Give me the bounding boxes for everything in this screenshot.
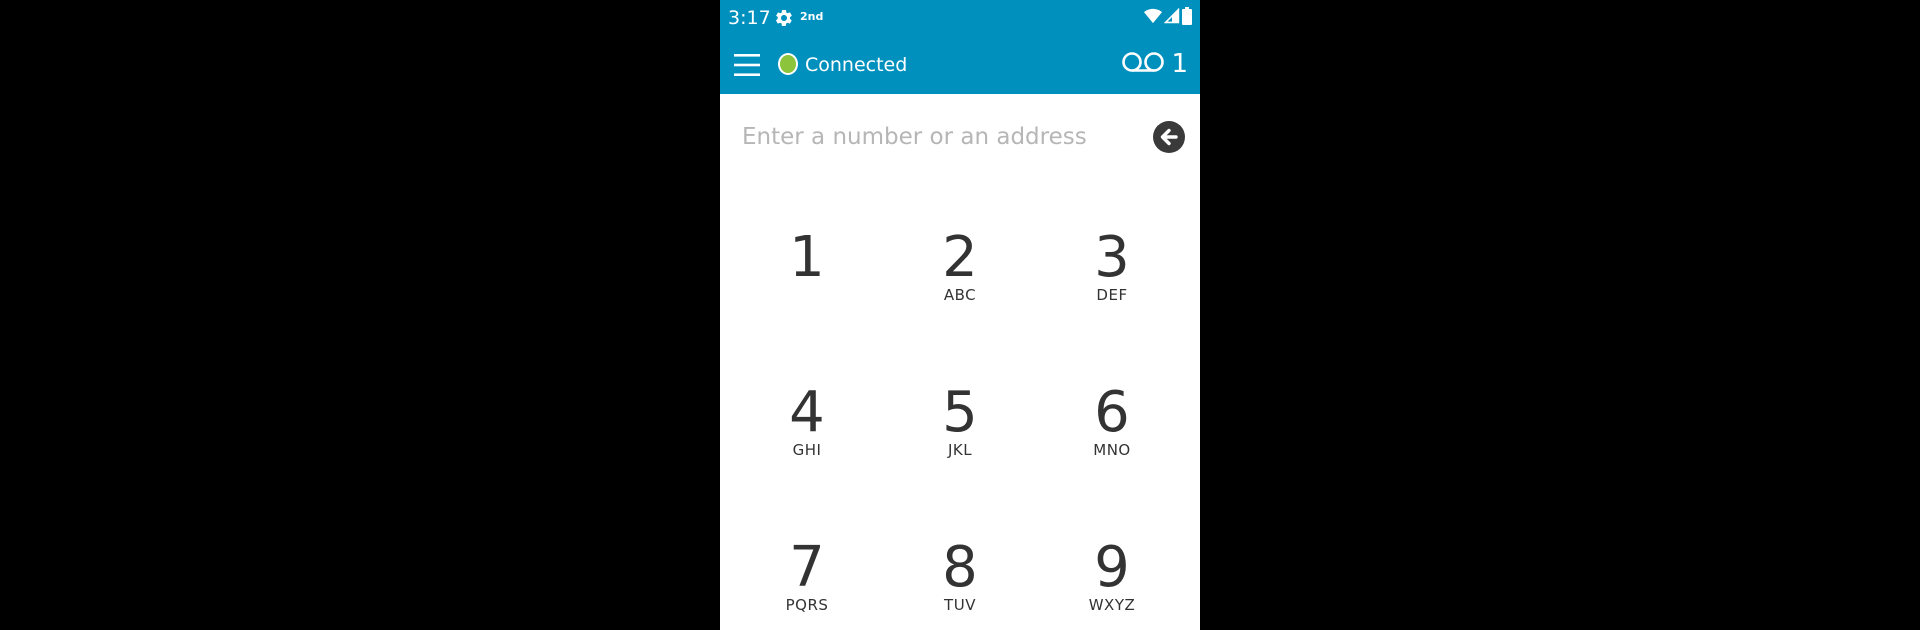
status-icons — [1144, 7, 1192, 29]
status-bar: 3:17 2nd — [720, 0, 1200, 36]
voicemail-icon — [1121, 50, 1165, 78]
dialpad-key-5[interactable]: 5 JKL — [885, 355, 1035, 485]
dialpad-key-7[interactable]: 7 PQRS — [732, 510, 882, 630]
key-letters: DEF — [1096, 286, 1128, 304]
phone-screen: 3:17 2nd Connected 1 Enter a number or a… — [720, 0, 1200, 630]
voicemail-count: 1 — [1171, 49, 1188, 79]
dialpad-key-2[interactable]: 2 ABC — [885, 200, 1035, 330]
connection-status-indicator — [778, 53, 798, 75]
signal-icon — [1163, 7, 1180, 28]
key-digit: 6 — [1094, 380, 1130, 445]
hamburger-menu-icon[interactable] — [734, 51, 760, 79]
status-badge: 2nd — [800, 10, 824, 23]
wifi-icon — [1144, 8, 1162, 28]
dialpad-key-8[interactable]: 8 TUV — [885, 510, 1035, 630]
key-letters: GHI — [792, 441, 822, 459]
key-digit: 5 — [942, 380, 978, 445]
key-letters: WXYZ — [1088, 596, 1136, 614]
status-time: 3:17 — [728, 7, 771, 29]
dialpad-key-6[interactable]: 6 MNO — [1037, 355, 1187, 485]
key-letters: MNO — [1093, 441, 1131, 459]
dialpad-key-3[interactable]: 3 DEF — [1037, 200, 1187, 330]
key-digit: 1 — [789, 225, 825, 290]
key-letters: TUV — [944, 596, 976, 614]
number-entry-row — [720, 94, 1200, 186]
key-digit: 7 — [789, 535, 825, 600]
voicemail-button[interactable]: 1 — [1121, 48, 1188, 80]
dialpad-key-4[interactable]: 4 GHI — [732, 355, 882, 485]
key-digit: 2 — [942, 225, 978, 290]
number-input[interactable] — [742, 118, 1122, 156]
key-digit: 8 — [942, 535, 978, 600]
key-digit: 3 — [1094, 225, 1130, 290]
dialpad-key-1[interactable]: 1 — [732, 200, 882, 330]
connection-status-label: Connected — [805, 54, 908, 76]
dialpad: 1 2 ABC 3 DEF 4 GHI 5 JKL 6 MNO 7 PQRS 8 — [720, 200, 1200, 630]
key-digit: 9 — [1094, 535, 1130, 600]
battery-icon — [1182, 7, 1192, 29]
key-letters: ABC — [943, 286, 977, 304]
key-letters: PQRS — [785, 596, 829, 614]
key-digit: 4 — [789, 380, 825, 445]
backspace-arrow-icon[interactable] — [1152, 120, 1186, 154]
key-letters: JKL — [947, 441, 973, 459]
app-bar: Connected 1 — [720, 36, 1200, 94]
gear-icon — [774, 8, 794, 28]
dialpad-key-9[interactable]: 9 WXYZ — [1037, 510, 1187, 630]
